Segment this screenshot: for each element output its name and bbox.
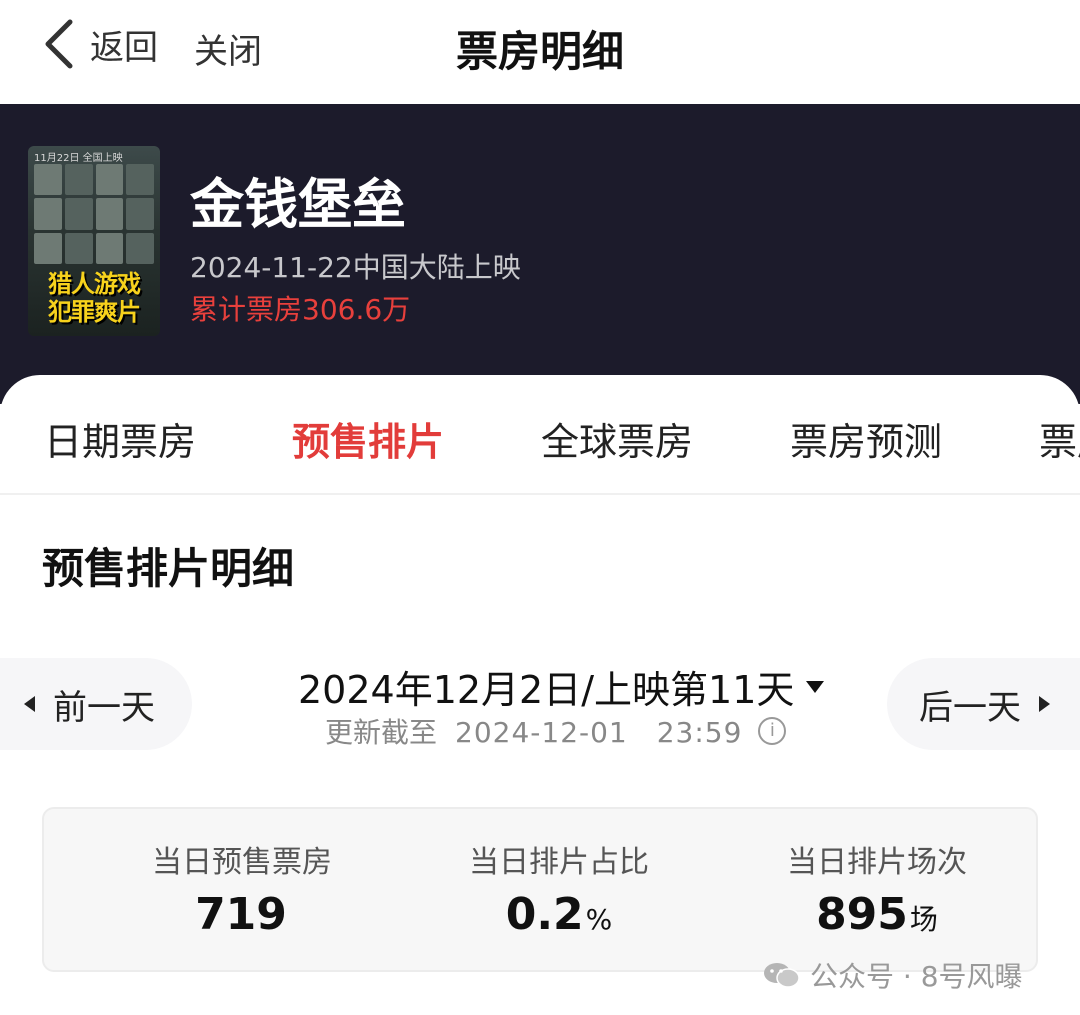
stat-label: 当日预售票房 [152,845,332,880]
stat-value: 0.2% [505,889,613,940]
update-prefix: 更新截至 [325,716,438,749]
watermark: 公众号 · 8号风曝 [762,955,1023,995]
update-time: 2024-12-01 23:59 [455,716,743,749]
date-selector[interactable]: 2024年12月2日/上映第11天 [298,659,825,714]
movie-title: 金钱堡垒 [190,173,406,236]
stats-panel: 当日预售票房 719 当日排片占比 0.2% 当日排片场次 895场 [42,807,1038,972]
movie-header: 11月22日 全国上映 猎人游戏 犯罪爽片 金钱堡垒 2024-11-22中国大… [0,104,1080,404]
release-info: 2024-11-22中国大陆上映 [190,251,521,284]
stat-value: 895场 [816,889,938,940]
section-title: 预售排片明细 [42,544,295,593]
stat-screenings-count: 当日排片场次 895场 [711,809,1043,974]
stat-schedule-share: 当日排片占比 0.2% [393,809,725,974]
poster-top-text: 11月22日 全国上映 [34,153,123,164]
content-card: 日期票房 预售排片 全球票房 票房预测 票房 预售排片明细 前一天 2024年1… [0,375,1080,1015]
stat-label: 当日排片占比 [469,845,649,880]
tab-more[interactable]: 票房 [1039,411,1080,466]
next-day-label: 后一天 [919,687,1021,728]
top-nav-bar: 返回 关闭 票房明细 [0,0,1080,104]
wechat-icon [764,963,800,988]
tab-daily-box-office[interactable]: 日期票房 [44,411,196,466]
next-day-button[interactable]: 后一天 [887,658,1080,750]
watermark-text: 公众号 · 8号风曝 [810,960,1023,993]
poster-image-grid [34,164,154,264]
stat-presale-box-office: 当日预售票房 719 [76,809,408,974]
caret-down-icon [806,680,825,693]
prev-day-label: 前一天 [53,687,155,728]
tab-presale-schedule[interactable]: 预售排片 [292,411,444,466]
tab-box-office-forecast[interactable]: 票房预测 [790,411,942,466]
poster-tagline-2: 犯罪爽片 [48,298,141,326]
page-title: 票房明细 [455,27,624,76]
update-info: 更新截至 2024-12-01 23:59 i [325,711,787,751]
cumulative-box-office: 累计票房306.6万 [190,293,411,326]
info-icon[interactable]: i [758,717,787,745]
caret-left-icon [24,696,35,712]
caret-right-icon [1039,696,1050,712]
stat-label: 当日排片场次 [787,845,967,880]
movie-poster[interactable]: 11月22日 全国上映 猎人游戏 犯罪爽片 [28,146,160,336]
current-date: 2024年12月2日/上映第11天 [298,668,795,712]
tab-bar: 日期票房 预售排片 全球票房 票房预测 票房 [0,375,1080,495]
stat-value: 719 [195,889,287,940]
tab-global-box-office[interactable]: 全球票房 [541,411,693,466]
prev-day-button[interactable]: 前一天 [0,658,192,750]
